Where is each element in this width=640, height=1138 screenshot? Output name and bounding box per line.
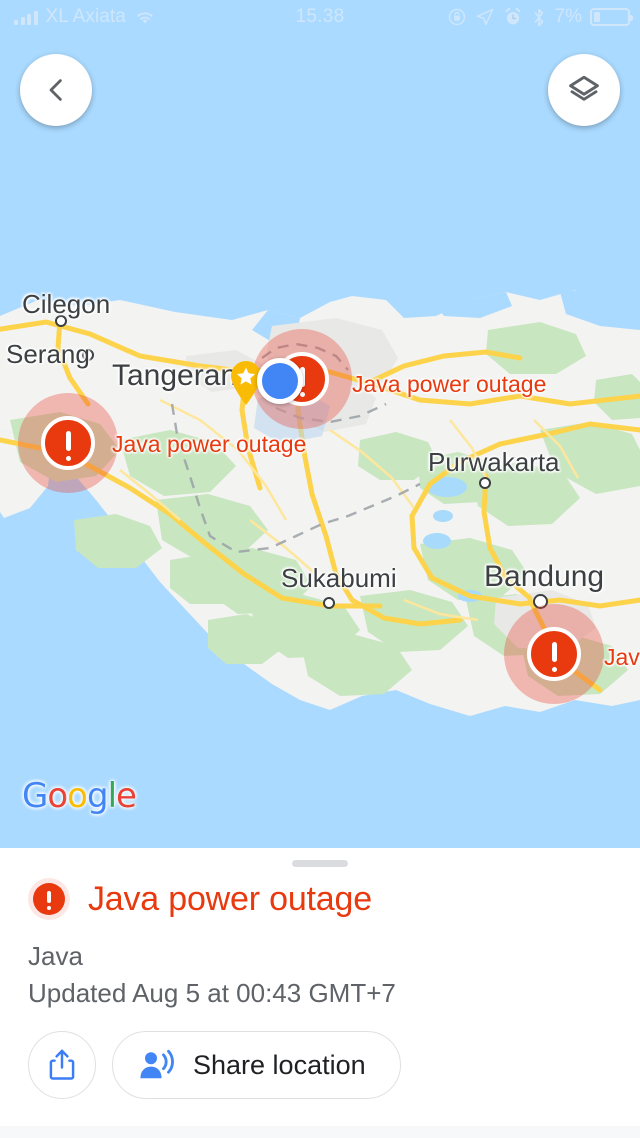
city-label: Sukabumi xyxy=(281,563,397,593)
city-marker-dot xyxy=(323,597,335,609)
sheet-drag-handle[interactable] xyxy=(292,860,348,867)
page-title: Java power outage xyxy=(88,879,372,918)
city-label: Purwakarta xyxy=(428,447,560,477)
alert-exclamation-icon xyxy=(527,627,581,681)
sheet-action-row: Share location xyxy=(28,1031,401,1099)
back-button[interactable] xyxy=(20,54,92,126)
user-location-dot xyxy=(257,358,303,404)
map-view[interactable]: Java power outage Java power outage Java C… xyxy=(0,0,640,848)
google-logo-letter: o xyxy=(47,776,68,816)
google-logo-letter: e xyxy=(116,776,137,816)
google-logo-letter: G xyxy=(22,776,48,816)
city-label: Bandung xyxy=(484,560,605,593)
sheet-title-row: Java power outage xyxy=(28,878,372,920)
google-logo: Google xyxy=(22,776,137,816)
google-logo-letter: o xyxy=(67,776,88,816)
share-location-label: Share location xyxy=(193,1049,366,1080)
alert-map-label: Java power outage xyxy=(352,371,547,397)
alert-marker-west[interactable] xyxy=(18,393,118,493)
alert-exclamation-icon xyxy=(41,416,95,470)
alert-map-label: Java xyxy=(604,644,640,670)
share-button[interactable] xyxy=(28,1031,96,1099)
layers-button[interactable] xyxy=(548,54,620,126)
layers-icon xyxy=(569,75,599,101)
google-logo-letter: g xyxy=(86,776,109,816)
back-chevron-icon xyxy=(49,79,62,101)
city-marker-dot xyxy=(479,477,491,489)
alert-marker-east[interactable] xyxy=(504,604,604,704)
share-upload-icon xyxy=(49,1049,75,1080)
sheet-updated-time: Updated Aug 5 at 00:43 GMT+7 xyxy=(28,978,396,1008)
detail-bottom-sheet[interactable]: Java power outage Java Updated Aug 5 at … xyxy=(0,848,640,1138)
city-label: Serang xyxy=(6,339,90,369)
sheet-subtitle: Java xyxy=(28,941,83,971)
person-broadcast-icon xyxy=(140,1049,174,1079)
sheet-bottom-divider xyxy=(0,1126,640,1138)
alert-map-label: Java power outage xyxy=(112,431,307,457)
alert-icon xyxy=(28,878,70,920)
city-label: Cilegon xyxy=(22,289,111,319)
google-logo-letter: l xyxy=(107,776,118,816)
share-location-button[interactable]: Share location xyxy=(112,1031,401,1099)
